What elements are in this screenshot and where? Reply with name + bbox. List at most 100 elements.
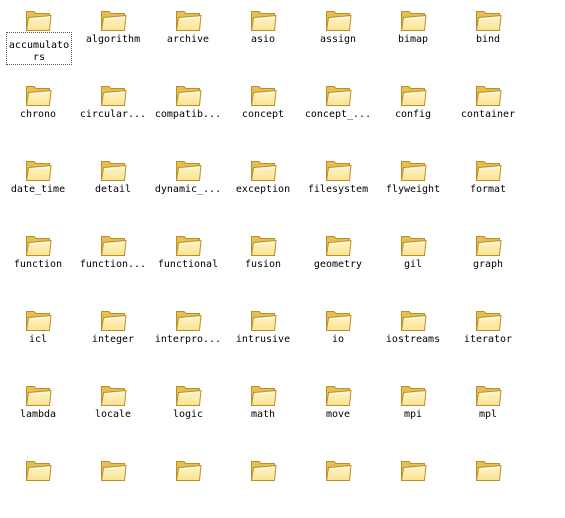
folder-item[interactable] — [303, 450, 373, 518]
folder-icon — [400, 158, 427, 183]
folder-label: iterator — [463, 334, 513, 345]
folder-item[interactable]: mpi — [378, 375, 448, 443]
folder-item[interactable]: chrono — [3, 75, 73, 143]
folder-icon — [400, 233, 427, 258]
folder-icon — [100, 308, 127, 333]
folder-item[interactable]: fusion — [228, 225, 298, 293]
folder-item[interactable]: concept_... — [303, 75, 373, 143]
folder-item[interactable]: iterator — [453, 300, 523, 368]
folder-item[interactable]: iostreams — [378, 300, 448, 368]
folder-icon — [400, 83, 427, 108]
folder-item[interactable]: exception — [228, 150, 298, 218]
folder-icon — [100, 458, 127, 483]
folder-icon — [25, 383, 52, 408]
folder-label: graph — [472, 259, 504, 270]
folder-item[interactable] — [3, 450, 73, 518]
folder-icon — [100, 8, 127, 33]
folder-item[interactable]: circular... — [78, 75, 148, 143]
folder-icon — [475, 383, 502, 408]
folder-label: assign — [319, 34, 357, 45]
folder-item[interactable]: container — [453, 75, 523, 143]
folder-item[interactable]: flyweight — [378, 150, 448, 218]
folder-icon — [25, 308, 52, 333]
folder-item[interactable]: dynamic_... — [153, 150, 223, 218]
folder-item[interactable]: archive — [153, 0, 223, 68]
folder-icon — [25, 83, 52, 108]
folder-label: asio — [250, 34, 276, 45]
folder-icon — [400, 383, 427, 408]
folder-item[interactable]: filesystem — [303, 150, 373, 218]
folder-item[interactable]: function — [3, 225, 73, 293]
folder-item[interactable]: asio — [228, 0, 298, 68]
folder-item[interactable] — [453, 450, 523, 518]
folder-item[interactable]: detail — [78, 150, 148, 218]
folder-item[interactable]: mpl — [453, 375, 523, 443]
folder-label: math — [250, 409, 276, 420]
folder-item[interactable]: intrusive — [228, 300, 298, 368]
folder-label: bimap — [397, 34, 429, 45]
folder-item[interactable]: io — [303, 300, 373, 368]
folder-label: concept — [241, 109, 285, 120]
folder-icon — [250, 83, 277, 108]
folder-item[interactable]: logic — [153, 375, 223, 443]
folder-icon — [250, 158, 277, 183]
folder-item[interactable]: accumulators — [3, 0, 73, 68]
folder-item[interactable]: bimap — [378, 0, 448, 68]
folder-item[interactable] — [78, 450, 148, 518]
folder-label: function — [13, 259, 63, 270]
folder-item[interactable]: functional — [153, 225, 223, 293]
folder-icon — [400, 458, 427, 483]
folder-icon — [100, 233, 127, 258]
folder-label: archive — [166, 34, 210, 45]
folder-icon — [250, 8, 277, 33]
folder-icon — [100, 158, 127, 183]
folder-icon — [175, 158, 202, 183]
folder-icon — [400, 8, 427, 33]
folder-item[interactable] — [153, 450, 223, 518]
folder-icon — [250, 308, 277, 333]
folder-label: exception — [235, 184, 291, 195]
folder-item[interactable]: function... — [78, 225, 148, 293]
folder-label: date_time — [10, 184, 66, 195]
folder-label: interpro... — [154, 334, 222, 345]
folder-item[interactable]: locale — [78, 375, 148, 443]
folder-icon — [325, 83, 352, 108]
folder-item[interactable]: compatib... — [153, 75, 223, 143]
folder-item[interactable]: geometry — [303, 225, 373, 293]
folder-icon — [175, 233, 202, 258]
folder-label: filesystem — [307, 184, 369, 195]
folder-label: fusion — [244, 259, 282, 270]
folder-icon — [175, 8, 202, 33]
folder-icon — [325, 158, 352, 183]
folder-item[interactable]: lambda — [3, 375, 73, 443]
folder-item[interactable]: config — [378, 75, 448, 143]
folder-label: container — [460, 109, 516, 120]
folder-label: iostreams — [385, 334, 441, 345]
folder-label: bind — [475, 34, 501, 45]
folder-label: gil — [403, 259, 423, 270]
folder-item[interactable]: gil — [378, 225, 448, 293]
folder-icon — [475, 308, 502, 333]
folder-icon — [400, 308, 427, 333]
folder-item[interactable]: date_time — [3, 150, 73, 218]
folder-item[interactable] — [228, 450, 298, 518]
folder-item[interactable]: icl — [3, 300, 73, 368]
folder-icon — [175, 383, 202, 408]
folder-icon — [475, 8, 502, 33]
folder-label: mpi — [403, 409, 423, 420]
folder-item[interactable]: bind — [453, 0, 523, 68]
folder-item[interactable]: move — [303, 375, 373, 443]
folder-label: move — [325, 409, 351, 420]
folder-item[interactable]: format — [453, 150, 523, 218]
folder-item[interactable]: assign — [303, 0, 373, 68]
folder-icon — [25, 8, 52, 33]
folder-item[interactable]: concept — [228, 75, 298, 143]
folder-item[interactable] — [378, 450, 448, 518]
folder-label: functional — [157, 259, 219, 270]
folder-item[interactable]: algorithm — [78, 0, 148, 68]
folder-item[interactable]: interpro... — [153, 300, 223, 368]
folder-item[interactable]: graph — [453, 225, 523, 293]
folder-item[interactable]: math — [228, 375, 298, 443]
folder-label: geometry — [313, 259, 363, 270]
folder-item[interactable]: integer — [78, 300, 148, 368]
